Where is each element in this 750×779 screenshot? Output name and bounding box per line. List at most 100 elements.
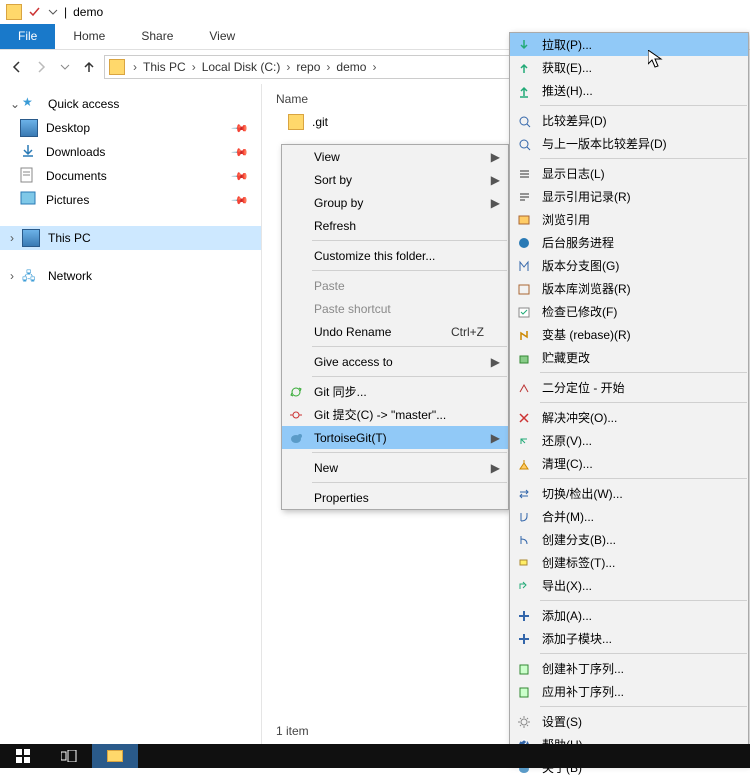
chevron-right-icon[interactable]: › <box>286 60 290 74</box>
push-icon <box>516 83 532 99</box>
chevron-right-icon[interactable]: › <box>192 60 196 74</box>
add-icon <box>516 608 532 624</box>
up-button[interactable] <box>80 58 98 76</box>
menu-view[interactable]: View▶ <box>282 145 508 168</box>
sidebar-network[interactable]: ›🖧Network <box>0 264 261 288</box>
menu-give-access[interactable]: Give access to▶ <box>282 350 508 373</box>
sidebar-item-downloads[interactable]: Downloads📌 <box>0 140 261 164</box>
submenu-item-label: 解决冲突(O)... <box>542 409 617 426</box>
submenu-item[interactable]: 贮藏更改 <box>510 346 748 369</box>
folder-icon <box>6 4 22 20</box>
menu-sort[interactable]: Sort by▶ <box>282 168 508 191</box>
tab-share[interactable]: Share <box>123 24 191 49</box>
back-button[interactable] <box>8 58 26 76</box>
submenu-item[interactable]: 还原(V)... <box>510 429 748 452</box>
submenu-item[interactable]: 显示引用记录(R) <box>510 185 748 208</box>
separator <box>540 372 747 373</box>
dropdown-icon[interactable] <box>48 7 58 17</box>
submenu-item[interactable]: 变基 (rebase)(R) <box>510 323 748 346</box>
submenu-item[interactable]: 二分定位 - 开始 <box>510 376 748 399</box>
menu-properties[interactable]: Properties <box>282 486 508 509</box>
breadcrumb-item[interactable]: This PC <box>141 60 188 74</box>
submenu-item[interactable]: 导出(X)... <box>510 574 748 597</box>
chevron-right-icon[interactable]: › <box>326 60 330 74</box>
bisect-icon <box>516 380 532 396</box>
submenu-item-label: 设置(S) <box>542 713 582 730</box>
menu-git-sync[interactable]: Git 同步... <box>282 380 508 403</box>
chevron-right-icon: ▶ <box>491 355 500 369</box>
submenu-item[interactable]: 版本分支图(G) <box>510 254 748 277</box>
submenu-item[interactable]: 切换/检出(W)... <box>510 482 748 505</box>
submenu-item-label: 创建分支(B)... <box>542 531 616 548</box>
forward-button[interactable] <box>32 58 50 76</box>
reflog-icon <box>516 189 532 205</box>
sidebar: ⌄ ★ Quick access Desktop📌 Downloads📌 Doc… <box>0 84 262 744</box>
submenu-item[interactable]: 创建标签(T)... <box>510 551 748 574</box>
submenu-item[interactable]: 解决冲突(O)... <box>510 406 748 429</box>
tab-home[interactable]: Home <box>55 24 123 49</box>
submenu-item[interactable]: 创建分支(B)... <box>510 528 748 551</box>
submenu-item[interactable]: 添加子模块... <box>510 627 748 650</box>
chevron-right-icon[interactable]: › <box>372 60 376 74</box>
menu-tortoisegit[interactable]: TortoiseGit(T)▶ <box>282 426 508 449</box>
menu-customize[interactable]: Customize this folder... <box>282 244 508 267</box>
submenu-item[interactable]: 设置(S) <box>510 710 748 733</box>
menu-group[interactable]: Group by▶ <box>282 191 508 214</box>
submenu-item[interactable]: 浏览引用 <box>510 208 748 231</box>
submenu-item[interactable]: 获取(E)... <box>510 56 748 79</box>
sidebar-quick-access[interactable]: ⌄ ★ Quick access <box>0 92 261 116</box>
chevron-right-icon: ▶ <box>491 173 500 187</box>
file-tab[interactable]: File <box>0 24 55 49</box>
pc-icon <box>22 229 40 247</box>
menu-git-commit[interactable]: Git 提交(C) -> "master"... <box>282 403 508 426</box>
explorer-taskbar-icon[interactable] <box>92 744 138 768</box>
menu-new[interactable]: New▶ <box>282 456 508 479</box>
file-name: .git <box>312 115 328 129</box>
chevron-right-icon[interactable]: › <box>10 231 20 245</box>
titlebar: | demo <box>0 0 750 24</box>
submenu-item[interactable]: 拉取(P)... <box>510 33 748 56</box>
diff-icon <box>516 113 532 129</box>
chevron-down-icon[interactable]: ⌄ <box>10 97 20 111</box>
submenu-item[interactable]: 应用补丁序列... <box>510 680 748 703</box>
submenu-item[interactable]: 后台服务进程 <box>510 231 748 254</box>
sidebar-item-desktop[interactable]: Desktop📌 <box>0 116 261 140</box>
recent-dropdown[interactable] <box>56 58 74 76</box>
menu-paste: Paste <box>282 274 508 297</box>
submenu-item-label: 显示引用记录(R) <box>542 188 631 205</box>
breadcrumb-item[interactable]: demo <box>334 60 368 74</box>
chevron-right-icon: ▶ <box>491 196 500 210</box>
sidebar-this-pc[interactable]: ›This PC <box>0 226 261 250</box>
graph-icon <box>516 258 532 274</box>
breadcrumb-item[interactable]: Local Disk (C:) <box>200 60 283 74</box>
submenu-item[interactable]: 合并(M)... <box>510 505 748 528</box>
menu-undo[interactable]: Undo RenameCtrl+Z <box>282 320 508 343</box>
submenu-item[interactable]: 清理(C)... <box>510 452 748 475</box>
shortcut: Ctrl+Z <box>451 325 484 339</box>
git-sync-icon <box>288 384 304 400</box>
breadcrumb-item[interactable]: repo <box>294 60 322 74</box>
menu-refresh[interactable]: Refresh <box>282 214 508 237</box>
start-button[interactable] <box>0 744 46 768</box>
submenu-item[interactable]: 与上一版本比较差异(D) <box>510 132 748 155</box>
submenu-item[interactable]: 比较差异(D) <box>510 109 748 132</box>
submenu-item[interactable]: 显示日志(L) <box>510 162 748 185</box>
stash-icon <box>516 350 532 366</box>
chevron-right-icon[interactable]: › <box>10 269 20 283</box>
submenu-item-label: 合并(M)... <box>542 508 594 525</box>
submenu-item[interactable]: 检查已修改(F) <box>510 300 748 323</box>
chevron-right-icon[interactable]: › <box>133 60 137 74</box>
submenu-item[interactable]: 添加(A)... <box>510 604 748 627</box>
submenu-item[interactable]: 推送(H)... <box>510 79 748 102</box>
tab-view[interactable]: View <box>191 24 253 49</box>
chevron-right-icon: ▶ <box>491 431 500 445</box>
submenu-item-label: 还原(V)... <box>542 432 592 449</box>
submenu-item[interactable]: 创建补丁序列... <box>510 657 748 680</box>
submenu-item[interactable]: 版本库浏览器(R) <box>510 277 748 300</box>
submenu-item-label: 与上一版本比较差异(D) <box>542 135 667 152</box>
submenu-item-label: 应用补丁序列... <box>542 683 624 700</box>
sidebar-item-documents[interactable]: Documents📌 <box>0 164 261 188</box>
sidebar-item-pictures[interactable]: Pictures📌 <box>0 188 261 212</box>
submenu-item-label: 检查已修改(F) <box>542 303 617 320</box>
task-view-button[interactable] <box>46 744 92 768</box>
